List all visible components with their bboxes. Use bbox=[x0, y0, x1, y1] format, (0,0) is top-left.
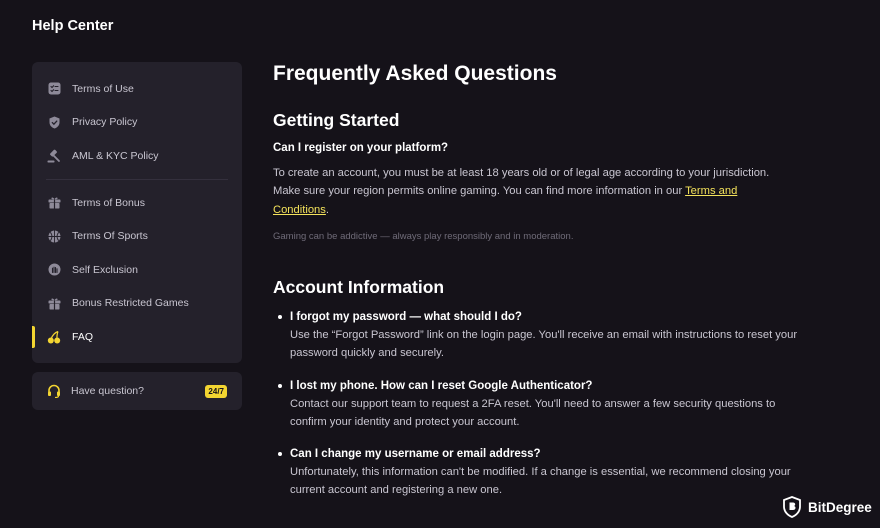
faq-question: Can I change my username or email addres… bbox=[290, 448, 541, 461]
faq-question: Can I register on your platform? bbox=[273, 142, 449, 154]
faq-answer: Contact our support team to request a 2F… bbox=[290, 397, 776, 428]
list-item: Can I change my username or email addres… bbox=[273, 446, 813, 500]
sidebar-item-terms-of-use[interactable]: Terms of Use bbox=[32, 72, 242, 106]
sidebar-item-label: FAQ bbox=[72, 330, 94, 343]
sidebar-item-label: Self Exclusion bbox=[72, 263, 138, 276]
gavel-icon bbox=[47, 149, 61, 163]
sidebar-item-self-exclusion[interactable]: Self Exclusion bbox=[32, 253, 242, 287]
cherries-icon bbox=[47, 330, 61, 344]
hand-stop-icon bbox=[47, 263, 61, 277]
faq-question: I forgot my password — what should I do? bbox=[290, 311, 522, 323]
section-heading-getting-started: Getting Started bbox=[273, 110, 400, 130]
sidebar: Terms of Use Privacy Policy AML & KYC Po… bbox=[32, 62, 242, 363]
page-title: Frequently Asked Questions bbox=[273, 62, 557, 85]
sidebar-item-label: Privacy Policy bbox=[72, 116, 138, 129]
sidebar-item-aml-kyc-policy[interactable]: AML & KYC Policy bbox=[32, 139, 242, 173]
sidebar-item-terms-of-bonus[interactable]: Terms of Bonus bbox=[32, 186, 242, 220]
basketball-icon bbox=[47, 229, 61, 243]
sidebar-item-label: Terms Of Sports bbox=[72, 230, 148, 243]
list-item: I lost my phone. How can I reset Google … bbox=[273, 378, 813, 432]
sidebar-item-terms-of-sports[interactable]: Terms Of Sports bbox=[32, 219, 242, 253]
faq-question: I lost my phone. How can I reset Google … bbox=[290, 379, 593, 392]
faq-answer: Use the “Forgot Password” link on the lo… bbox=[290, 329, 798, 360]
responsible-gaming-note: Gaming can be addictive — always play re… bbox=[273, 231, 574, 242]
document-list-icon bbox=[47, 82, 61, 96]
sidebar-item-label: Terms of Bonus bbox=[72, 196, 145, 209]
sidebar-item-privacy-policy[interactable]: Privacy Policy bbox=[32, 106, 242, 140]
bitdegree-logo-icon bbox=[782, 496, 802, 518]
sidebar-item-bonus-restricted-games[interactable]: Bonus Restricted Games bbox=[32, 287, 242, 321]
faq-answer: Unfortunately, this information can't be… bbox=[290, 466, 791, 497]
headset-icon bbox=[47, 384, 61, 399]
sidebar-item-label: Bonus Restricted Games bbox=[72, 297, 189, 310]
support-hours-badge: 24/7 bbox=[205, 385, 227, 398]
sidebar-group-policies: Terms of Use Privacy Policy AML & KYC Po… bbox=[32, 62, 242, 173]
bitdegree-watermark: BitDegree bbox=[782, 496, 872, 518]
page-header-title: Help Center bbox=[32, 18, 114, 34]
sidebar-group-games: Terms of Bonus Terms Of Sports Self Excl… bbox=[32, 186, 242, 354]
list-item: I forgot my password — what should I do?… bbox=[273, 309, 813, 363]
section-heading-account-information: Account Information bbox=[273, 277, 445, 297]
have-question-button[interactable]: Have question? 24/7 bbox=[32, 372, 242, 410]
sidebar-divider bbox=[46, 178, 228, 180]
sidebar-item-label: AML & KYC Policy bbox=[72, 149, 159, 162]
sidebar-item-label: Terms of Use bbox=[72, 82, 134, 95]
have-question-label: Have question? bbox=[71, 385, 144, 397]
watermark-text: BitDegree bbox=[808, 499, 872, 515]
gift-icon bbox=[47, 296, 61, 310]
faq-list: I forgot my password — what should I do?… bbox=[273, 309, 813, 515]
faq-answer: To create an account, you must be at lea… bbox=[273, 164, 793, 219]
faq-answer-text-end: . bbox=[325, 203, 329, 216]
sidebar-item-faq[interactable]: FAQ bbox=[32, 320, 242, 354]
gift-icon bbox=[47, 196, 61, 210]
shield-check-icon bbox=[47, 115, 61, 129]
